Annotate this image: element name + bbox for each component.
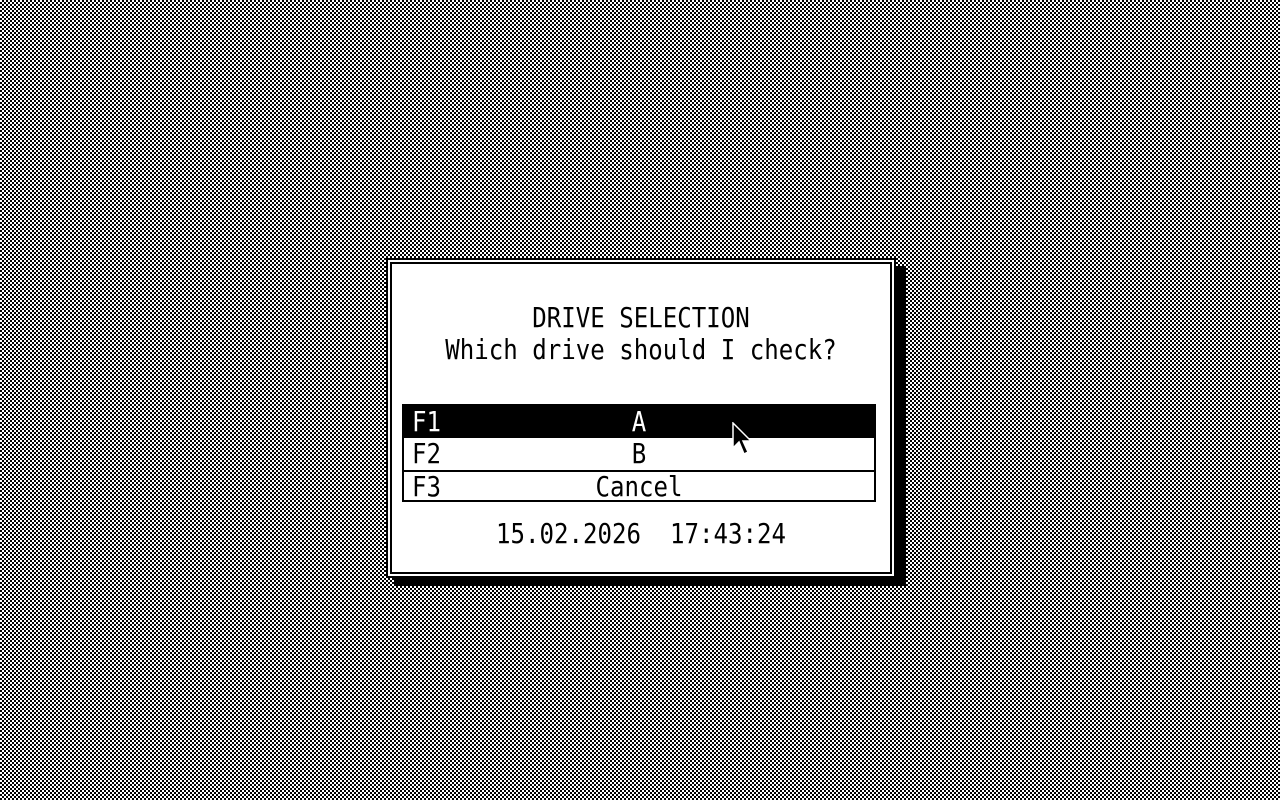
- date-time-display: 15.02.2026 17:43:24: [423, 518, 858, 550]
- option-label: Cancel: [595, 470, 683, 503]
- drive-selection-dialog: DRIVE SELECTION Which drive should I che…: [386, 258, 896, 578]
- date-text: 15.02.2026: [496, 517, 641, 550]
- option-label: A: [631, 405, 647, 438]
- drive-options-list: F1 A F2 B F3 Cancel: [402, 404, 876, 502]
- time-text: 17:43:24: [669, 517, 786, 550]
- dialog-question: Which drive should I check?: [445, 333, 837, 366]
- option-label: B: [631, 437, 647, 470]
- option-cancel[interactable]: F3 Cancel: [404, 470, 874, 503]
- option-drive-b[interactable]: F2 B: [404, 438, 874, 470]
- desktop-background: DRIVE SELECTION Which drive should I che…: [0, 0, 1280, 800]
- dialog-title: DRIVE SELECTION: [532, 301, 750, 334]
- mouse-pointer-icon: [732, 422, 752, 456]
- option-drive-a[interactable]: F1 A: [404, 406, 874, 438]
